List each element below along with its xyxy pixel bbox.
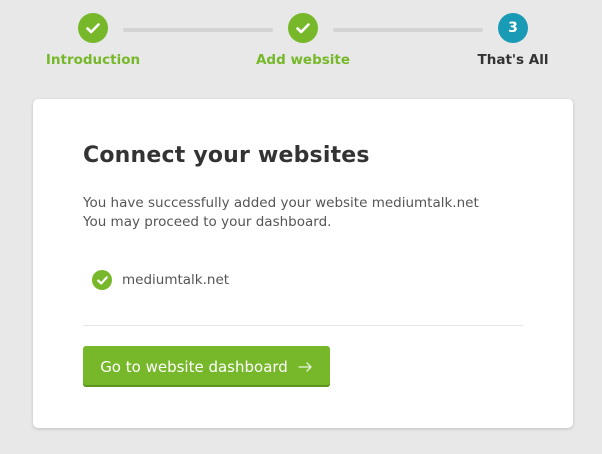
checkmark-icon: [92, 270, 112, 290]
go-to-dashboard-button[interactable]: Go to website dashboard: [83, 346, 330, 387]
step-3-indicator: 3: [498, 13, 528, 43]
connect-websites-card: Connect your websites You have successfu…: [33, 99, 573, 428]
step-label-introduction: Introduction: [45, 52, 141, 68]
step-3-number: 3: [508, 20, 518, 36]
go-to-dashboard-label: Go to website dashboard: [100, 357, 288, 376]
success-message: You have successfully added your website…: [83, 194, 479, 232]
progress-stepper: 3 Introduction Add website That's All: [0, 0, 602, 80]
step-label-add-website: Add website: [255, 52, 351, 68]
step-1-indicator: [78, 13, 108, 43]
step-label-thats-all: That's All: [477, 52, 549, 68]
divider: [83, 325, 523, 326]
checkmark-icon: [296, 22, 310, 33]
success-message-line-1: You have successfully added your website…: [83, 195, 479, 211]
connected-site-name: mediumtalk.net: [122, 272, 230, 288]
success-message-line-2: You may proceed to your dashboard.: [83, 214, 332, 230]
page-title: Connect your websites: [83, 143, 370, 168]
checkmark-icon: [86, 22, 100, 33]
connected-site-item: mediumtalk.net: [92, 270, 229, 290]
step-connector-1: [123, 28, 273, 32]
step-connector-2: [333, 28, 483, 32]
step-2-indicator: [288, 13, 318, 43]
arrow-right-icon: [298, 361, 313, 372]
